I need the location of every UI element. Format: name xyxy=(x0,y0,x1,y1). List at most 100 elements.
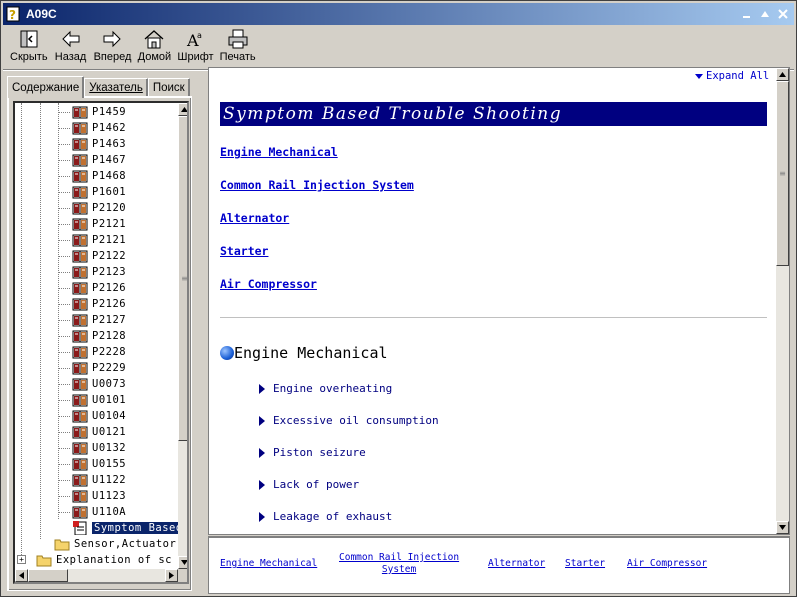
tree-item-p1459[interactable]: P1459 xyxy=(72,104,126,120)
forward-label: Вперед xyxy=(93,51,132,63)
tab-contents[interactable]: Содержание xyxy=(7,76,85,98)
minimize-button[interactable] xyxy=(740,7,754,21)
toc-link-starter[interactable]: Starter xyxy=(220,244,268,258)
book-icon xyxy=(72,266,88,279)
scroll-left-button[interactable] xyxy=(15,569,28,582)
pane-splitter[interactable] xyxy=(194,71,206,596)
title-bar[interactable]: ? A09C xyxy=(3,3,794,25)
item-lack-of-power[interactable]: Lack of power xyxy=(259,478,359,491)
tree-item-symptom-based[interactable]: Symptom Based xyxy=(72,520,185,536)
tree-guide-line xyxy=(58,176,70,177)
tree-guide-line xyxy=(58,192,70,193)
home-label: Домой xyxy=(137,51,172,63)
expand-all-link[interactable]: Expand All xyxy=(695,70,769,82)
tree-item-u0132[interactable]: U0132 xyxy=(72,440,126,456)
triangle-right-icon xyxy=(259,479,265,490)
item-leakage-of-exhaust[interactable]: Leakage of exhaust xyxy=(259,510,392,523)
bottom-link-engine-mechanical[interactable]: Engine Mechanical xyxy=(220,558,317,570)
tree-guide-line xyxy=(58,480,70,481)
tree-item-p2121[interactable]: P2121 xyxy=(72,232,126,248)
toc-link-common-rail[interactable]: Common Rail Injection System xyxy=(220,178,414,192)
tree-item-u1122[interactable]: U1122 xyxy=(72,472,126,488)
tree-item-u1123[interactable]: U1123 xyxy=(72,488,126,504)
forward-button[interactable]: Вперед xyxy=(91,26,135,63)
bottom-link-common-rail[interactable]: Common Rail Injection System xyxy=(339,552,459,576)
tree-item-p1467[interactable]: P1467 xyxy=(72,152,126,168)
content-scroll-down-button[interactable] xyxy=(776,521,789,534)
tree-item-p2122[interactable]: P2122 xyxy=(72,248,126,264)
triangle-right-icon xyxy=(259,383,265,394)
home-icon xyxy=(143,28,165,50)
close-button[interactable] xyxy=(776,7,790,21)
item-piston-seizure[interactable]: Piston seizure xyxy=(259,446,366,459)
tree-guide-line xyxy=(58,144,70,145)
svg-text:a: a xyxy=(197,31,202,40)
book-icon xyxy=(72,378,88,391)
scroll-thumb[interactable]: ≡ xyxy=(178,116,187,441)
tree-guide-line xyxy=(58,400,70,401)
scroll-up-button[interactable] xyxy=(178,103,187,116)
toc-link-air-compressor[interactable]: Air Compressor xyxy=(220,277,317,291)
tree-item-u0101[interactable]: U0101 xyxy=(72,392,126,408)
tree-item-p1601[interactable]: P1601 xyxy=(72,184,126,200)
content-scroll-thumb[interactable]: ≡ xyxy=(776,81,789,266)
tree-item-p1463[interactable]: P1463 xyxy=(72,136,126,152)
tree-item-u0104[interactable]: U0104 xyxy=(72,408,126,424)
book-icon xyxy=(72,458,88,471)
tree-horizontal-scrollbar[interactable] xyxy=(15,569,178,582)
tree-guide-line xyxy=(58,336,70,337)
bottom-link-alternator[interactable]: Alternator xyxy=(488,558,545,570)
bottom-link-air-compressor[interactable]: Air Compressor xyxy=(627,558,707,570)
tree-guide-line xyxy=(58,464,70,465)
hide-button[interactable]: Скрыть xyxy=(7,26,51,63)
content-scroll-up-button[interactable] xyxy=(776,68,789,81)
toc-link-engine-mechanical[interactable]: Engine Mechanical xyxy=(220,145,338,159)
help-file-icon: ? xyxy=(6,6,22,22)
tab-search[interactable]: Поиск xyxy=(147,78,190,97)
tree-folder-sensor-actuator[interactable]: Sensor,Actuator xyxy=(54,536,176,552)
horizontal-scroll-thumb[interactable] xyxy=(28,569,68,582)
tree-item-p1462[interactable]: P1462 xyxy=(72,120,126,136)
book-icon xyxy=(72,314,88,327)
tree-folder-explanation[interactable]: Explanation of sc xyxy=(36,552,172,568)
page-title: Symptom Based Trouble Shooting xyxy=(220,102,767,126)
tree-item-p1468[interactable]: P1468 xyxy=(72,168,126,184)
tree-item-p2127[interactable]: P2127 xyxy=(72,312,126,328)
font-button[interactable]: A a Шрифт xyxy=(174,26,216,63)
toc-link-alternator[interactable]: Alternator xyxy=(220,211,289,225)
tree-item-p2123[interactable]: P2123 xyxy=(72,264,126,280)
tree-item-p2126[interactable]: P2126 xyxy=(72,280,126,296)
tree-guide-line xyxy=(58,160,70,161)
scroll-down-button[interactable] xyxy=(178,556,187,569)
book-icon xyxy=(72,394,88,407)
print-button[interactable]: Печать xyxy=(217,26,259,63)
content-vertical-scrollbar[interactable]: ≡ xyxy=(776,68,789,534)
contents-tree[interactable]: P1459 P1462 P1463 P1467 P1468 P1601 P2120 P2121… xyxy=(13,101,189,584)
item-engine-overheating[interactable]: Engine overheating xyxy=(259,382,392,395)
scroll-right-button[interactable] xyxy=(165,569,178,582)
bottom-link-starter[interactable]: Starter xyxy=(565,558,605,570)
item-excessive-oil[interactable]: Excessive oil consumption xyxy=(259,414,439,427)
tree-guide-line xyxy=(58,368,70,369)
tree-item-u110a[interactable]: U110A xyxy=(72,504,126,520)
tree-item-u0073[interactable]: U0073 xyxy=(72,376,126,392)
toolbar: Скрыть Назад Вперед Домой A a Шрифт Печа… xyxy=(3,26,794,68)
book-icon xyxy=(72,346,88,359)
tree-item-p2121[interactable]: P2121 xyxy=(72,216,126,232)
tree-item-u0155[interactable]: U0155 xyxy=(72,456,126,472)
maximize-button[interactable] xyxy=(758,7,772,21)
tree-guide-line xyxy=(58,384,70,385)
tree-item-u0121[interactable]: U0121 xyxy=(72,424,126,440)
tree-item-p2128[interactable]: P2128 xyxy=(72,328,126,344)
back-button[interactable]: Назад xyxy=(51,26,91,63)
book-icon xyxy=(72,362,88,375)
tree-vertical-scrollbar[interactable]: ≡ xyxy=(178,103,187,569)
tab-index[interactable]: Указатель xyxy=(84,78,148,97)
tree-item-p2228[interactable]: P2228 xyxy=(72,344,126,360)
nav-tabs: Содержание Указатель Поиск xyxy=(7,76,190,98)
tree-item-p2126[interactable]: P2126 xyxy=(72,296,126,312)
tree-expand-button[interactable]: + xyxy=(17,555,26,564)
home-button[interactable]: Домой xyxy=(134,26,174,63)
tree-item-p2229[interactable]: P2229 xyxy=(72,360,126,376)
tree-item-p2120[interactable]: P2120 xyxy=(72,200,126,216)
